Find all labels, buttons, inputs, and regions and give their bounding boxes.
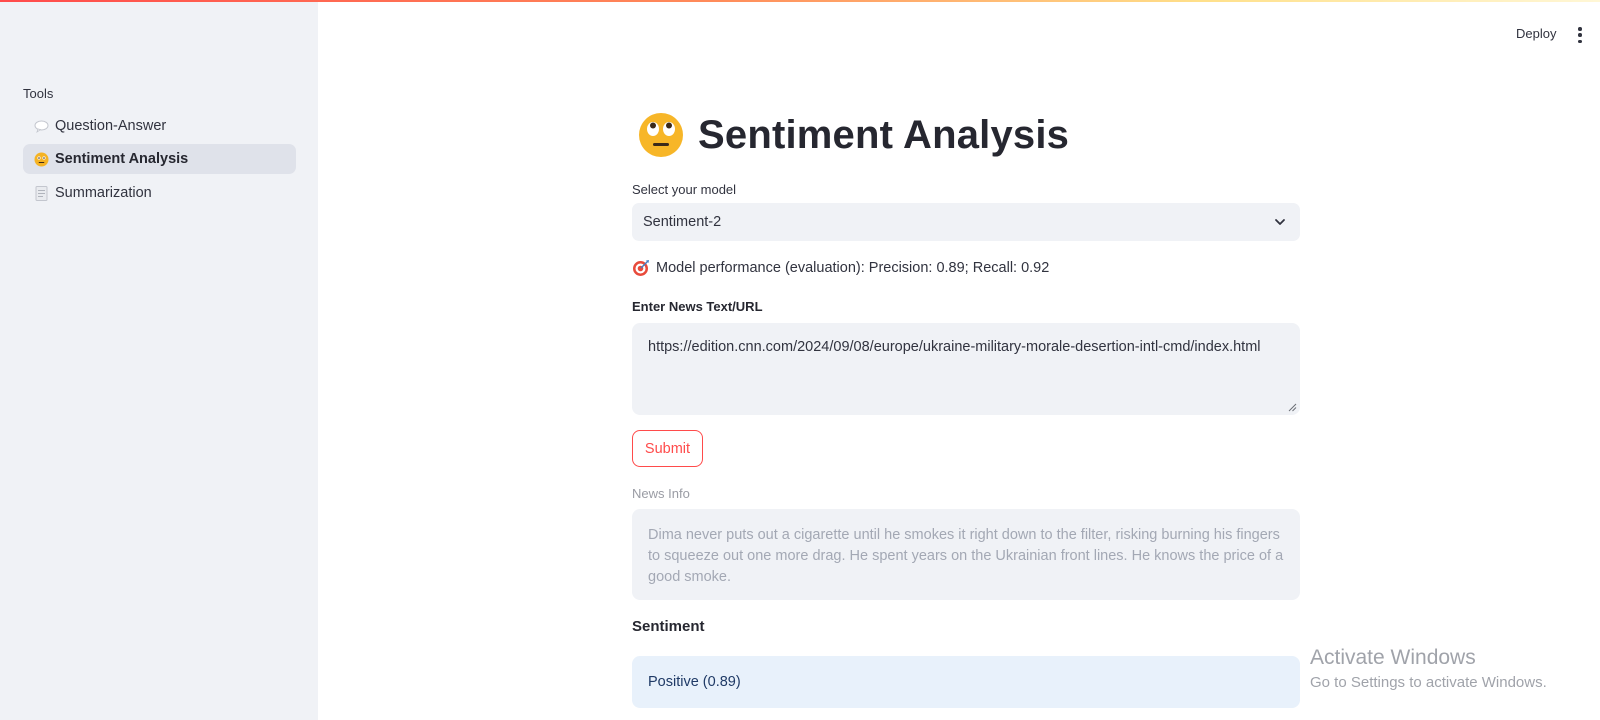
resize-handle-icon[interactable] — [1288, 403, 1297, 412]
sidebar-section-title: Tools — [23, 86, 54, 101]
chevron-down-icon — [1275, 219, 1285, 225]
neutral-face-icon — [33, 151, 49, 167]
page-title-row: Sentiment Analysis — [638, 112, 1069, 158]
document-icon — [33, 185, 49, 201]
sentiment-result-box: Positive (0.89) — [632, 656, 1300, 708]
deploy-button[interactable]: Deploy — [1516, 26, 1556, 41]
model-performance-text: Model performance (evaluation): Precisio… — [656, 260, 1050, 276]
speech-bubble-icon — [33, 118, 49, 134]
sidebar-item-summarization[interactable]: Summarization — [23, 178, 296, 208]
model-performance: Model performance (evaluation): Precisio… — [632, 259, 1049, 277]
face-with-rolling-eyes-icon — [639, 113, 683, 157]
news-info-label: News Info — [632, 486, 690, 501]
sidebar-item-label: Question-Answer — [55, 118, 167, 134]
news-text-input-value: https://edition.cnn.com/2024/09/08/europ… — [648, 339, 1261, 355]
news-info-textarea: Dima never puts out a cigarette until he… — [632, 509, 1300, 600]
watermark-line-2: Go to Settings to activate Windows. — [1310, 674, 1547, 691]
sentiment-heading: Sentiment — [632, 618, 705, 635]
page-title: Sentiment Analysis — [698, 112, 1070, 157]
target-icon — [633, 260, 649, 276]
sidebar-item-label: Sentiment Analysis — [55, 151, 189, 167]
activate-windows-watermark: Activate Windows Go to Settings to activ… — [1310, 646, 1547, 691]
sentiment-result: Positive (0.89) — [648, 674, 741, 690]
news-info-text: Dima never puts out a cigarette until he… — [648, 527, 1284, 585]
watermark-line-1: Activate Windows — [1310, 646, 1476, 669]
vertical-ellipsis-icon[interactable] — [1573, 25, 1587, 45]
submit-button[interactable]: Submit — [632, 430, 703, 467]
sidebar-item-question-answer[interactable]: Question-Answer — [23, 111, 296, 141]
model-select-value: Sentiment-2 — [643, 214, 722, 230]
news-text-input[interactable]: https://edition.cnn.com/2024/09/08/europ… — [632, 323, 1300, 415]
model-select-label: Select your model — [632, 182, 737, 197]
main-content: Sentiment Analysis Select your model Sen… — [632, 0, 1300, 720]
sidebar: Tools Question-Answer Sentiment Analysis — [0, 2, 318, 720]
news-input-label: Enter News Text/URL — [632, 299, 763, 314]
sidebar-item-label: Summarization — [55, 185, 152, 201]
sidebar-item-sentiment-analysis[interactable]: Sentiment Analysis — [23, 144, 296, 174]
model-select[interactable]: Sentiment-2 — [632, 203, 1300, 241]
